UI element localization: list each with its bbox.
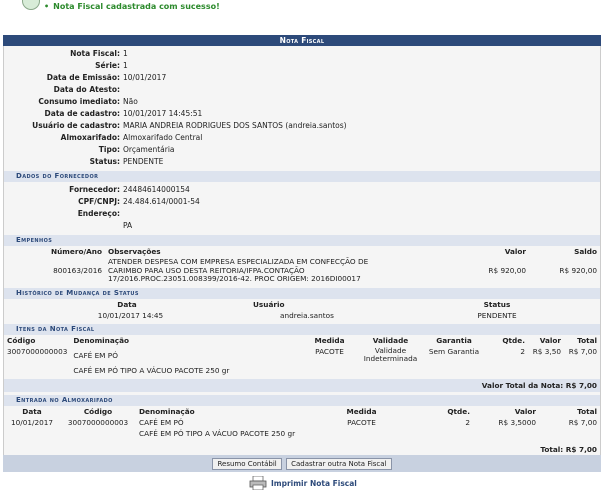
col-codigo: Código: [83, 406, 113, 416]
button-bar: Resumo Contábil Cadastrar outra Nota Fis…: [3, 454, 601, 472]
total-label: Valor Total da Nota:: [481, 380, 564, 390]
success-message-bar: Nota Fiscal cadastrada com sucesso!: [0, 0, 604, 22]
section-fornecedor: Dados do Fornecedor: [4, 171, 600, 182]
field-endereco: Endereço:: [77, 209, 120, 218]
field-nota-fiscal: Nota Fiscal: 1: [70, 49, 128, 58]
col-data: Data: [22, 406, 42, 416]
col-saldo: Saldo: [574, 247, 597, 256]
col-denominacao: Denominação: [139, 406, 195, 416]
section-entrada: Entrada no Almoxarifado: [4, 394, 600, 406]
field-fornecedor: Fornecedor: 24484614000154: [69, 185, 190, 194]
field-serie: Série: 1: [95, 61, 128, 70]
nota-fields: Nota Fiscal: 1 Série: 1 Data de Emissão: 10…: [4, 46, 600, 168]
field-data-atesto: Data do Atesto:: [53, 85, 120, 94]
panel-title: Nota Fiscal: [3, 35, 601, 46]
cadastrar-outra-nota-button[interactable]: Cadastrar outra Nota Fiscal: [286, 457, 392, 470]
col-data: Data: [117, 299, 137, 309]
table-row: 10/01/2017 14:45 andreia.santos PENDENTE: [97, 310, 517, 320]
field-data-cadastro: Data de cadastro: 10/01/2017 14:45:51: [44, 109, 203, 118]
col-validade: Validade: [372, 335, 409, 345]
section-historico: Histórico de Mudança de Status: [4, 287, 600, 299]
col-observacoes: Observações: [108, 247, 161, 256]
table-row: 10/01/2017 3007000000003 CAFÉ EM PÓ PACO…: [10, 417, 597, 427]
itens-table: Código Denominação Medida Validade Garan…: [4, 335, 600, 392]
col-valor: Valor: [539, 335, 561, 345]
resumo-contabil-button[interactable]: Resumo Contábil: [212, 457, 282, 470]
section-itens: Itens da Nota Fiscal: [4, 323, 600, 335]
nota-fiscal-panel: Nota Fiscal Nota Fiscal: 1 Série: 1 Data d…: [3, 35, 601, 472]
section-empenhos: Empenhos: [4, 235, 600, 246]
col-valor: Valor: [504, 247, 526, 256]
col-valor: Valor: [514, 406, 536, 416]
col-garantia: Garantia: [436, 335, 472, 345]
field-usuario-cadastro: Usuário de cadastro: MARIA ANDREIA RODRIG…: [32, 121, 347, 130]
col-total: Total: [577, 335, 597, 345]
col-total: Total: [577, 406, 597, 416]
field-tipo: Tipo: Orçamentária: [98, 145, 175, 154]
success-message: Nota Fiscal cadastrada com sucesso!: [44, 2, 220, 11]
table-row: 800163/2016 ATENDER DESPESA COM EMPRESA …: [53, 257, 597, 283]
field-status: Status: PENDENTE: [89, 157, 164, 166]
col-qtde: Qtde.: [447, 406, 470, 416]
print-label[interactable]: Imprimir Nota Fiscal: [271, 479, 357, 488]
col-medida: Medida: [346, 406, 377, 416]
fornecedor-fields: Fornecedor: 24484614000154 CPF/CNPJ: 24.48…: [4, 182, 600, 232]
field-almoxarifado: Almoxarifado: Almoxarifado Central: [60, 133, 203, 142]
historico-table: Data Usuário Status 10/01/2017 14:45 and…: [4, 299, 600, 321]
entrada-total: Total: R$ 7,00: [540, 444, 597, 454]
col-numero-ano: Número/Ano: [51, 247, 102, 256]
total-row: Valor Total da Nota: R$ 7,00: [4, 378, 600, 392]
col-medida: Medida: [314, 335, 345, 345]
panel-body: Nota Fiscal: 1 Série: 1 Data de Emissão: 10…: [3, 46, 601, 455]
empenhos-table: Número/Ano Observações Valor Saldo 80016…: [4, 246, 600, 285]
col-qtde: Qtde.: [502, 335, 525, 345]
entrada-description: CAFÉ EM PÓ TIPO A VÁCUO PACOTE 250 gr: [139, 428, 296, 438]
col-denominacao: Denominação: [73, 335, 130, 345]
col-codigo: Código: [7, 335, 36, 345]
item-description: CAFÉ EM PÓ TIPO A VÁCUO PACOTE 250 gr: [73, 365, 230, 375]
printer-icon: [249, 476, 267, 490]
entrada-table: Data Código Denominação Medida Qtde. Val…: [4, 406, 600, 455]
col-status: Status: [483, 299, 511, 309]
info-icon: [22, 0, 40, 10]
field-cpf-cnpj: CPF/CNPJ: 24.484.614/0001-54: [78, 197, 200, 206]
total-value: R$ 7,00: [565, 380, 597, 390]
col-usuario: Usuário: [253, 299, 285, 309]
field-endereco-line2: PA: [123, 221, 133, 230]
table-row: 3007000000003 CAFÉ EM PÓ PACOTE Validade…: [7, 345, 597, 363]
field-consumo-imediato: Consumo imediato: Não: [38, 97, 138, 106]
field-data-emissao: Data de Emissão: 10/01/2017: [46, 73, 167, 82]
